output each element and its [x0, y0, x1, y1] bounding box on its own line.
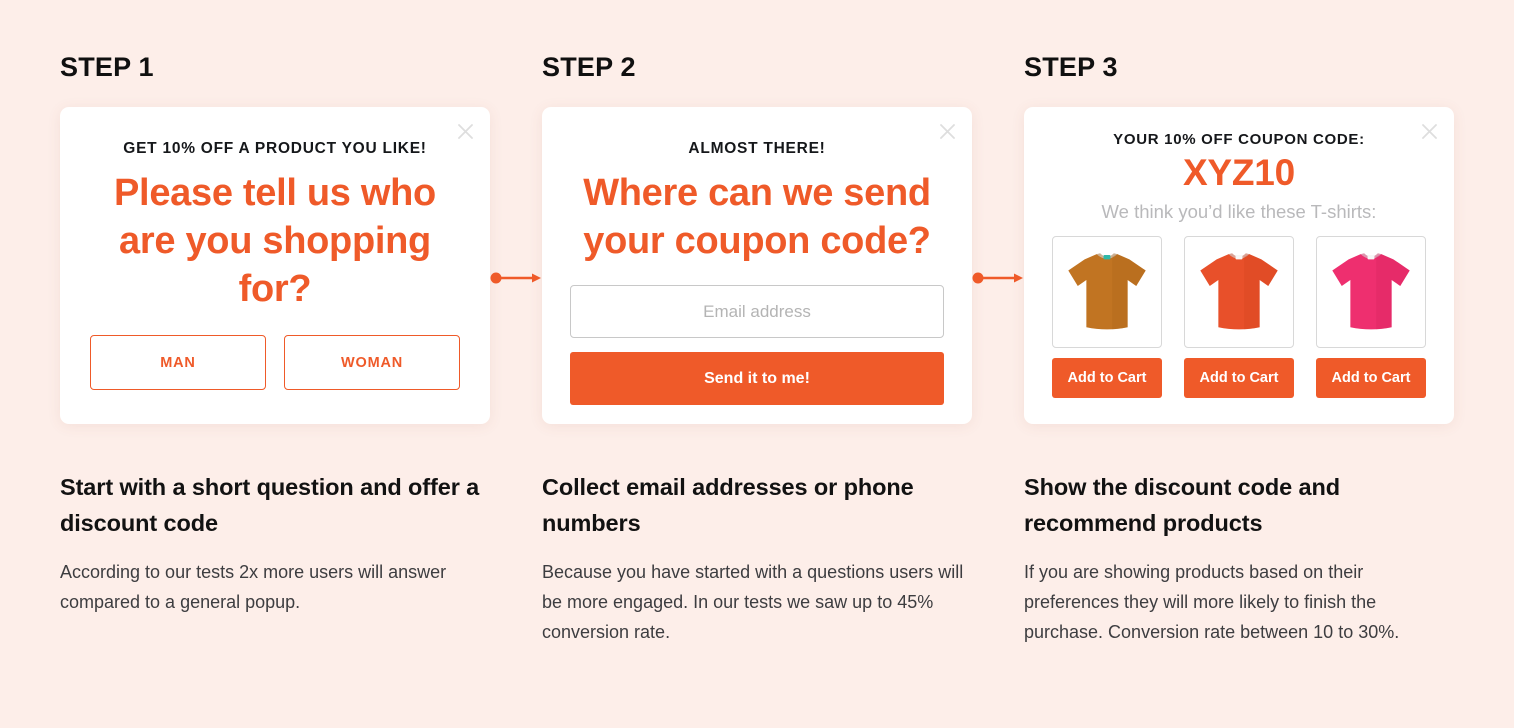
step-title-1: Start with a short question and offer a … — [60, 474, 480, 536]
send-it-to-me-button[interactable]: Send it to me! — [570, 352, 944, 405]
t-shirt-orange-icon — [1184, 236, 1294, 348]
step-body-3: If you are showing products based on the… — [1024, 562, 1400, 642]
step-title-3: Show the discount code and recommend pro… — [1024, 474, 1340, 536]
step-title-2: Collect email addresses or phone numbers — [542, 474, 914, 536]
choice-button-woman[interactable]: WOMAN — [284, 335, 460, 390]
steps-container: STEP 1 GET 10% OFF A PRODUCT YOU LIKE! P… — [60, 0, 1454, 728]
popup-card-step-3: YOUR 10% OFF COUPON CODE: XYZ10 We think… — [1024, 107, 1454, 424]
close-icon[interactable] — [1417, 119, 1441, 143]
step-label-3: STEP 3 — [1024, 52, 1118, 82]
step-label-1: STEP 1 — [60, 52, 154, 82]
step-body-1: According to our tests 2x more users wil… — [60, 562, 447, 612]
product-card: Add to Cart — [1184, 236, 1294, 398]
step-label-2: STEP 2 — [542, 52, 636, 82]
product-card: Add to Cart — [1316, 236, 1426, 398]
popup-card-step-2: ALMOST THERE! Where can we send your cou… — [542, 107, 972, 424]
email-input[interactable] — [570, 285, 944, 338]
close-icon[interactable] — [453, 119, 477, 143]
recommendation-text: We think you’d like these T-shirts: — [1101, 201, 1377, 222]
add-to-cart-button[interactable]: Add to Cart — [1184, 358, 1294, 398]
popup-eyebrow-2: ALMOST THERE! — [688, 140, 826, 157]
page-root: STEP 1 GET 10% OFF A PRODUCT YOU LIKE! P… — [0, 0, 1514, 728]
coupon-code: XYZ10 — [1182, 152, 1296, 193]
add-to-cart-button[interactable]: Add to Cart — [1316, 358, 1426, 398]
popup-headline-1: Please tell us who are you shopping for? — [114, 172, 436, 310]
step-column-3: STEP 3 YOUR 10% OFF COUPON CODE: XYZ10 W… — [1024, 0, 1454, 728]
product-row: Add to Cart Add to Cart Add to Cart — [1052, 236, 1426, 398]
popup-eyebrow-1: GET 10% OFF A PRODUCT YOU LIKE! — [123, 140, 427, 157]
step-body-2: Because you have started with a question… — [542, 562, 964, 642]
close-icon[interactable] — [935, 119, 959, 143]
popup-card-step-1: GET 10% OFF A PRODUCT YOU LIKE! Please t… — [60, 107, 490, 424]
t-shirt-ochre-icon — [1052, 236, 1162, 348]
t-shirt-pink-icon — [1316, 236, 1426, 348]
choice-row: MAN WOMAN — [88, 335, 462, 390]
product-card: Add to Cart — [1052, 236, 1162, 398]
choice-button-man[interactable]: MAN — [90, 335, 266, 390]
add-to-cart-button[interactable]: Add to Cart — [1052, 358, 1162, 398]
popup-eyebrow-3: YOUR 10% OFF COUPON CODE: — [1113, 131, 1365, 148]
step-column-1: STEP 1 GET 10% OFF A PRODUCT YOU LIKE! P… — [60, 0, 490, 728]
popup-headline-2: Where can we send your coupon code? — [583, 172, 931, 262]
step-column-2: STEP 2 ALMOST THERE! Where can we send y… — [542, 0, 972, 728]
